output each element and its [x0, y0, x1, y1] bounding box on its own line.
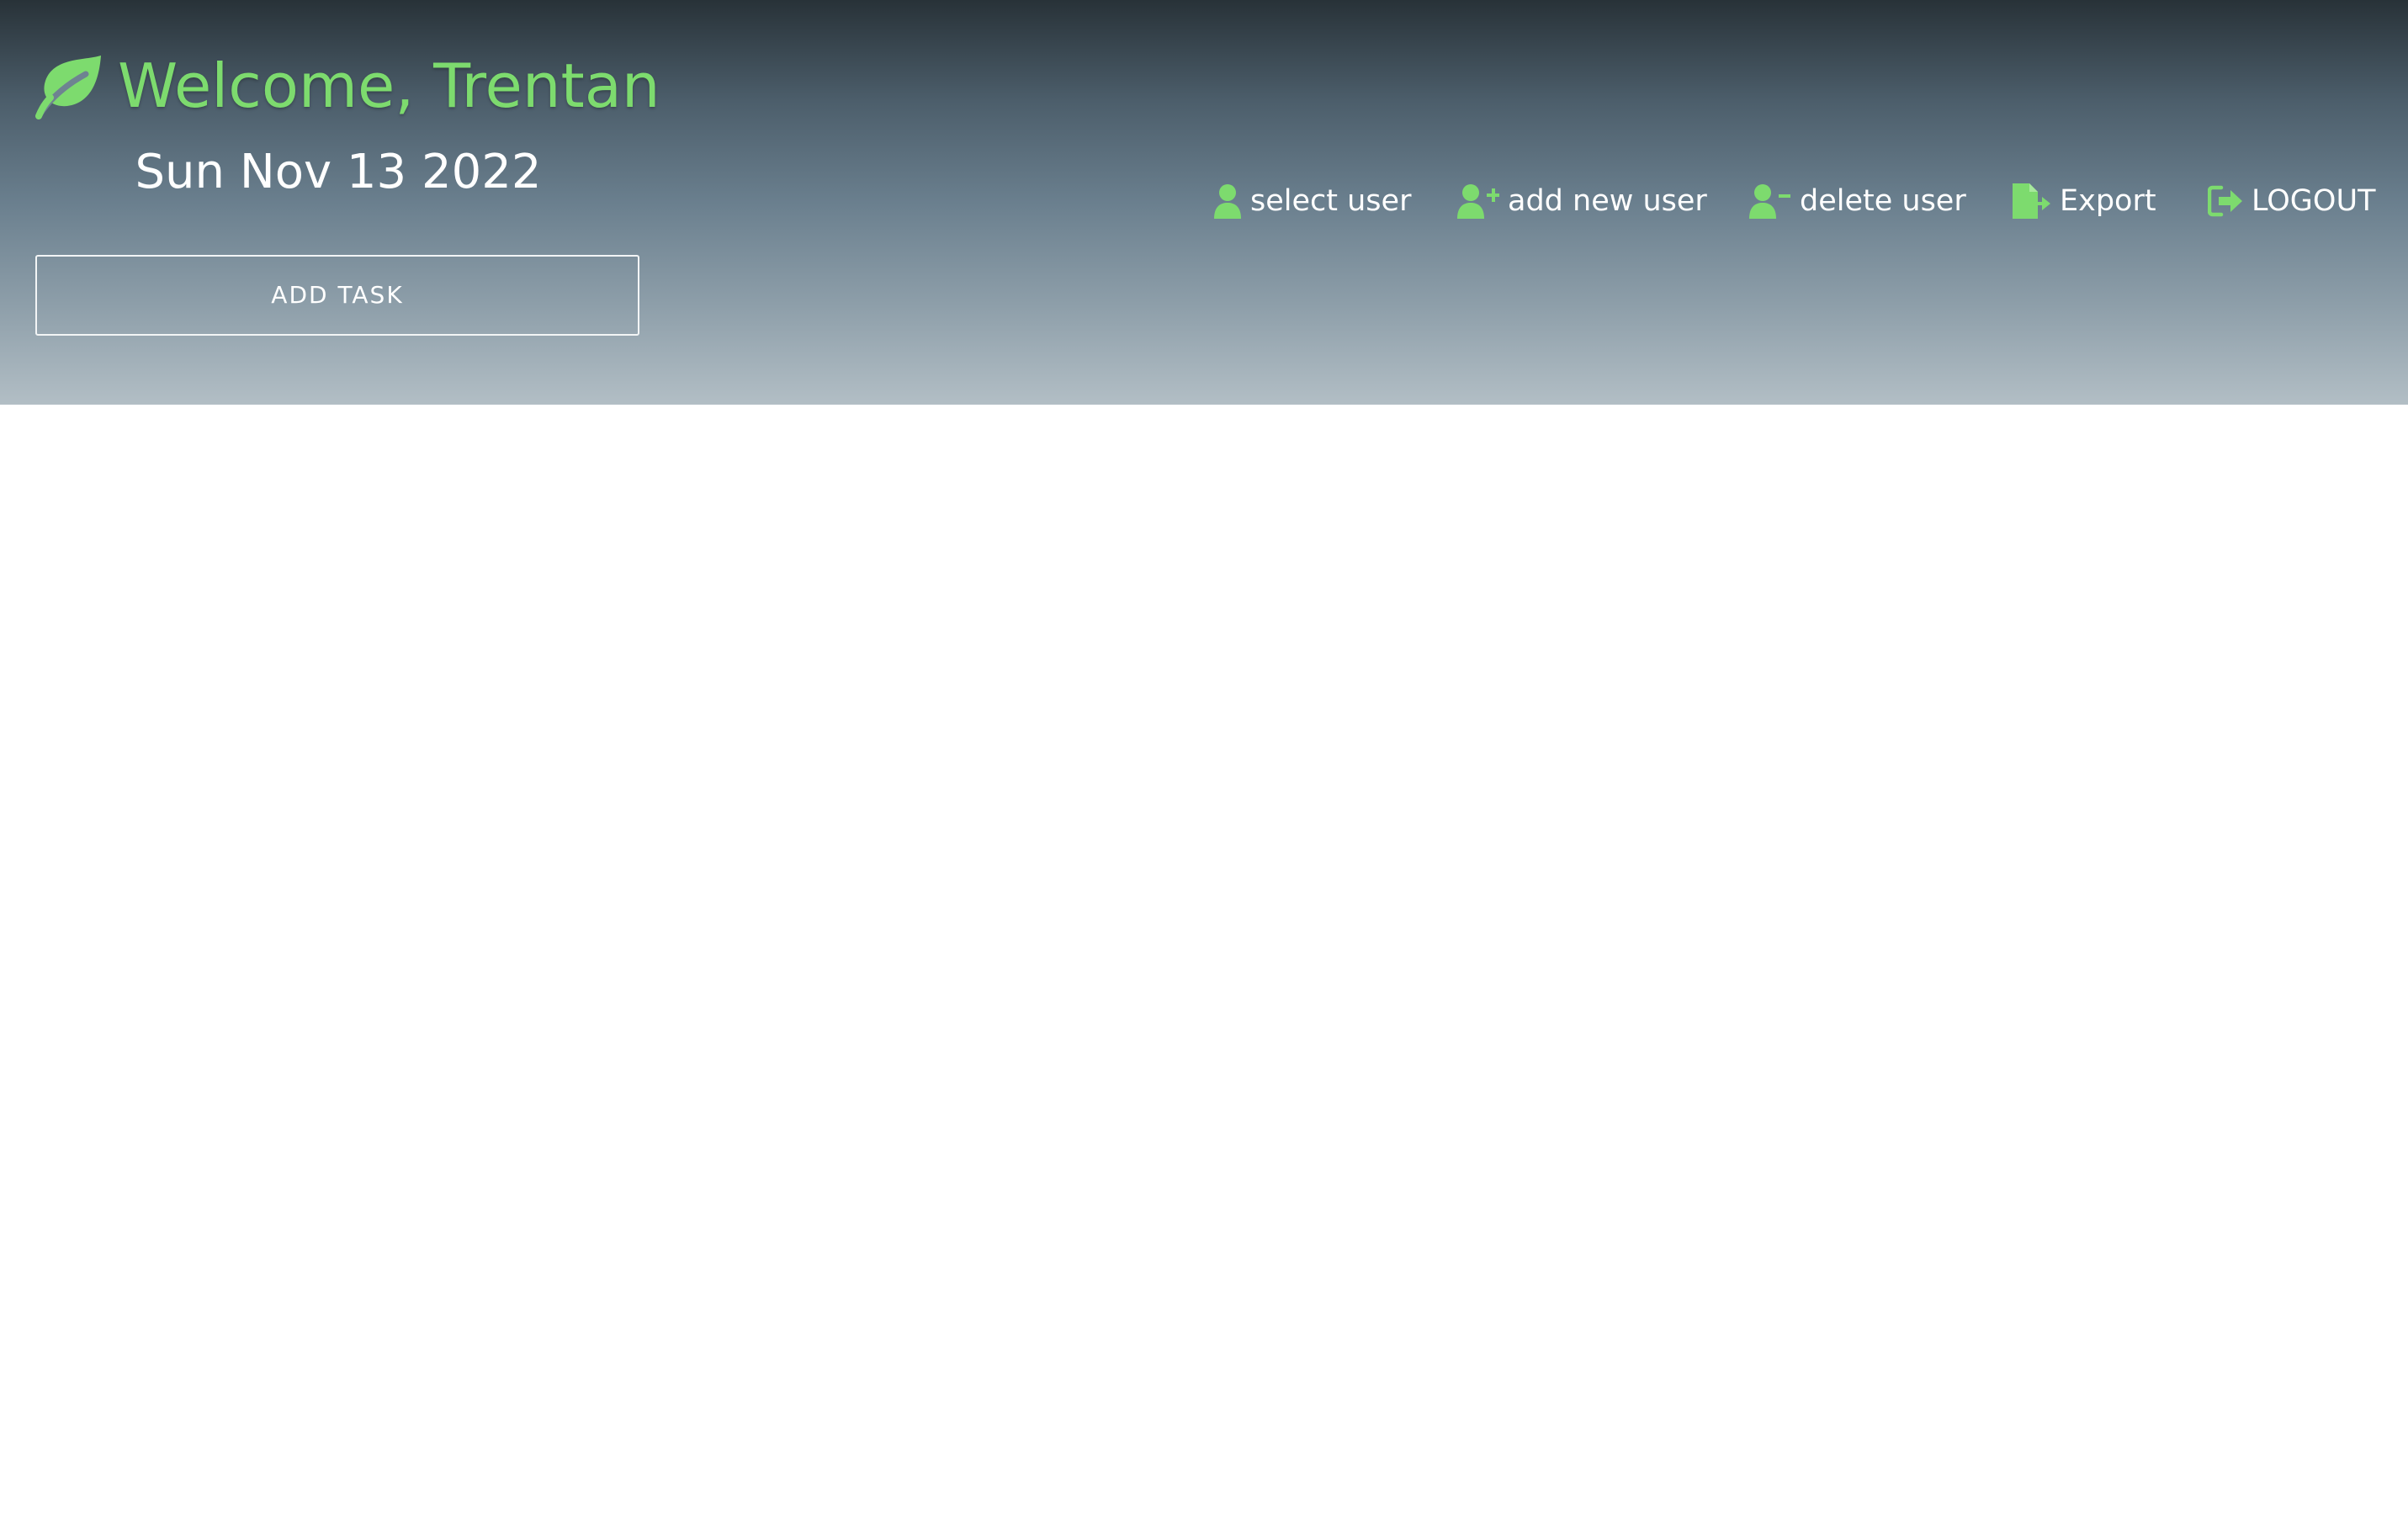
- export-label: Export: [2060, 184, 2156, 218]
- main-content-area: [0, 405, 2408, 1516]
- logout-label: LOGOUT: [2252, 184, 2376, 218]
- add-task-button[interactable]: ADD TASK: [35, 255, 639, 336]
- user-icon: [1214, 184, 1241, 219]
- logout-button[interactable]: LOGOUT: [2208, 177, 2375, 225]
- delete-user-button[interactable]: delete user: [1749, 177, 1966, 225]
- file-export-icon: [2013, 183, 2050, 219]
- select-user-button[interactable]: select user: [1213, 177, 1411, 225]
- user-plus-icon: [1457, 184, 1499, 219]
- export-button[interactable]: Export: [2013, 177, 2156, 225]
- brand: Welcome, Trentan: [34, 44, 660, 128]
- welcome-title: Welcome, Trentan: [118, 50, 660, 121]
- current-date: Sun Nov 13 2022: [135, 145, 542, 199]
- delete-user-label: delete user: [1800, 184, 1966, 218]
- select-user-label: select user: [1250, 184, 1412, 218]
- sign-out-icon: [2208, 185, 2242, 217]
- user-minus-icon: [1749, 184, 1790, 219]
- app-header: Welcome, Trentan Sun Nov 13 2022 ADD TAS…: [0, 0, 2408, 405]
- add-new-user-button[interactable]: add new user: [1457, 177, 1707, 225]
- add-new-user-label: add new user: [1508, 184, 1707, 218]
- leaf-icon: [34, 52, 104, 119]
